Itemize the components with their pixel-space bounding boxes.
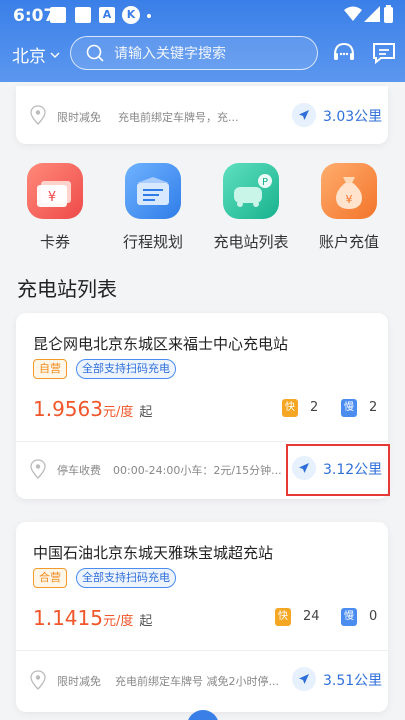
money-bag-icon: ¥ xyxy=(321,163,377,219)
scan-support-tag: 全部支持扫码充电 xyxy=(76,568,176,588)
price: 1.1415元/度起 xyxy=(33,606,152,630)
discount-label: 限时减免 xyxy=(57,675,101,688)
route-planning-icon xyxy=(125,163,181,219)
section-title: 充电站列表 xyxy=(17,277,117,301)
chevron-down-icon xyxy=(50,52,60,58)
operation-type-tag: 合营 xyxy=(33,568,67,588)
k-circle-icon: K xyxy=(122,6,140,24)
station-card-partial[interactable]: 限时减免 充电前绑定车牌号，充... 3.03公里 xyxy=(16,86,388,144)
battery-icon xyxy=(384,5,393,23)
message-icon[interactable] xyxy=(371,40,397,66)
wifi-icon xyxy=(344,6,362,21)
price-unit: 元/度 xyxy=(102,614,134,629)
location-pin-icon xyxy=(30,105,46,125)
city-label: 北京 xyxy=(12,47,46,67)
app-square-icon xyxy=(50,7,66,23)
top-nav: 北京 请输入关键字搜索 xyxy=(0,32,405,74)
app-header: 6:07 A K 北京 请输入关键字搜索 xyxy=(0,0,405,82)
svg-text:¥: ¥ xyxy=(48,190,56,205)
search-icon xyxy=(86,44,104,62)
navigate-icon[interactable] xyxy=(292,103,316,127)
fast-charger-badge: 快 xyxy=(275,608,291,626)
status-time: 6:07 xyxy=(13,6,56,26)
fast-charger-count: 2 xyxy=(310,400,319,415)
svg-text:¥: ¥ xyxy=(346,193,353,206)
charging-station-icon: P xyxy=(223,163,279,219)
price-suffix: 起 xyxy=(139,614,153,629)
slow-charger-count: 2 xyxy=(369,400,378,415)
price-value: 1.1415 xyxy=(33,606,103,630)
quick-action-label: 卡券 xyxy=(39,233,70,251)
customer-service-icon[interactable] xyxy=(331,40,357,66)
quick-action-label: 行程规划 xyxy=(122,233,183,251)
parking-fee-note: 00:00-24:00小车：2元/15分钟... xyxy=(113,464,282,477)
price: 1.9563元/度起 xyxy=(33,397,152,421)
fast-charger-count: 24 xyxy=(303,609,320,624)
quick-action-trip-planning[interactable]: 行程规划 xyxy=(108,163,198,252)
price-value: 1.9563 xyxy=(33,397,103,421)
quick-action-recharge[interactable]: ¥ 账户充值 xyxy=(304,163,394,252)
svg-text:P: P xyxy=(262,177,268,188)
discount-note: 充电前绑定车牌号，充... xyxy=(118,111,239,124)
city-selector[interactable]: 北京 xyxy=(12,42,60,67)
quick-action-station-list[interactable]: P 充电站列表 xyxy=(206,163,296,252)
notification-dot-icon xyxy=(147,14,151,18)
divider xyxy=(16,650,388,651)
parking-fee-label: 停车收费 xyxy=(57,464,101,477)
slow-charger-badge: 慢 xyxy=(341,399,357,417)
scan-support-tag: 全部支持扫码充电 xyxy=(76,359,176,379)
discount-note: 充电前绑定车牌号 减免2小时停... xyxy=(115,675,279,688)
quick-action-label: 账户充值 xyxy=(318,233,379,251)
distance-label[interactable]: 3.51公里 xyxy=(323,670,382,690)
slow-charger-badge: 慢 xyxy=(341,608,357,626)
app-square-icon xyxy=(75,7,91,23)
distance-label[interactable]: 3.03公里 xyxy=(323,106,382,126)
status-bar: 6:07 A K xyxy=(0,0,405,32)
quick-action-coupons[interactable]: ¥ 卡券 xyxy=(10,163,100,252)
navigate-icon[interactable] xyxy=(292,667,316,691)
price-unit: 元/度 xyxy=(102,405,134,420)
location-pin-icon xyxy=(30,459,46,479)
a-badge-icon: A xyxy=(99,7,115,23)
price-suffix: 起 xyxy=(139,405,153,420)
station-name: 中国石油北京东城天雅珠宝城超充站 xyxy=(33,544,274,562)
operation-type-tag: 自营 xyxy=(33,359,67,379)
quick-action-label: 充电站列表 xyxy=(213,233,289,251)
fast-charger-badge: 快 xyxy=(282,399,298,417)
highlight-box xyxy=(286,444,390,496)
station-card[interactable]: 中国石油北京东城天雅珠宝城超充站 合营 全部支持扫码充电 1.1415元/度起 … xyxy=(16,522,388,712)
quick-actions: ¥ 卡券 行程规划 P 充电站列表 ¥ 账户充值 xyxy=(0,163,405,263)
divider xyxy=(16,441,388,442)
location-pin-icon xyxy=(30,670,46,690)
coupon-icon: ¥ xyxy=(27,163,83,219)
cell-signal-icon xyxy=(364,6,380,22)
station-name: 昆仑网电北京东城区来福士中心充电站 xyxy=(33,335,289,353)
search-placeholder: 请输入关键字搜索 xyxy=(114,46,226,62)
slow-charger-count: 0 xyxy=(369,609,378,624)
discount-label: 限时减免 xyxy=(57,111,101,124)
search-input[interactable]: 请输入关键字搜索 xyxy=(70,36,318,70)
